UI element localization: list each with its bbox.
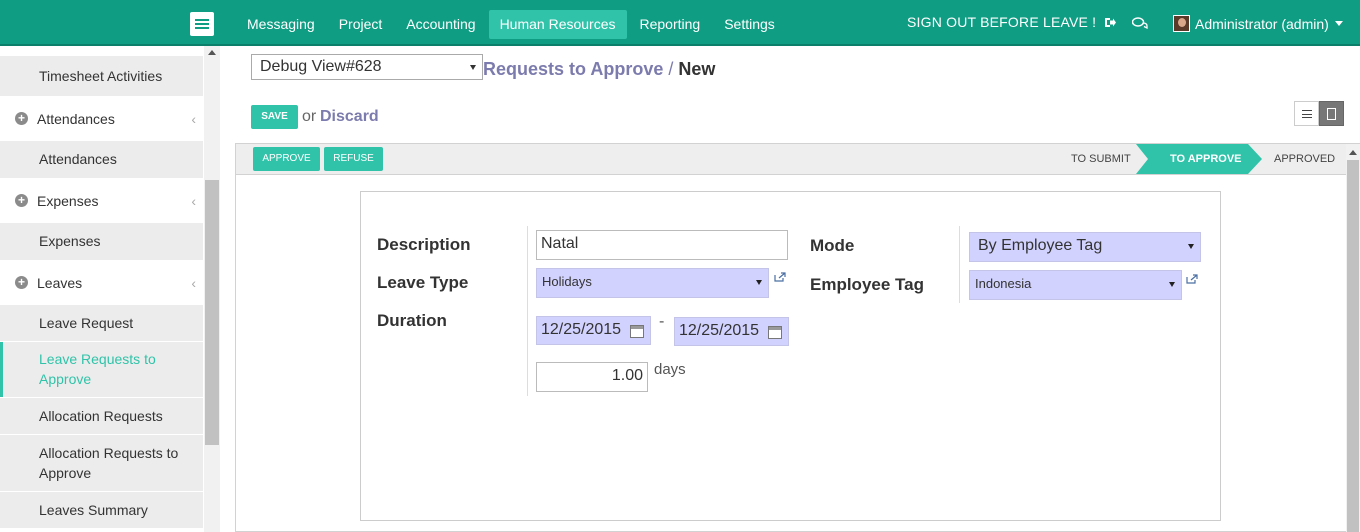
content-scrollbar[interactable] [1346,144,1360,532]
sidebar-item-leaves-summary[interactable]: Leaves Summary [0,492,203,528]
menu-human-resources[interactable]: Human Resources [488,10,627,39]
sidebar-item-attendances[interactable]: Attendances [0,141,203,178]
form-view-button[interactable] [1319,101,1344,126]
caret-down-icon [1334,21,1343,26]
mode-label: Mode [810,236,855,255]
dropdown-arrow-icon [470,65,476,70]
scrollbar-thumb[interactable] [1347,160,1359,532]
form-view: APPROVE REFUSE TO SUBMIT TO APPROVE APPR… [235,143,1360,532]
menu-reporting[interactable]: Reporting [629,10,712,39]
employee-tag-label: Employee Tag [810,275,924,294]
or-text: or [302,108,317,125]
stage-to-submit[interactable]: TO SUBMIT [1071,144,1141,174]
sidebar-item-allocation-requests[interactable]: Allocation Requests [0,398,203,434]
date-to-input[interactable]: 12/25/2015 [674,317,789,346]
sidebar-scrollbar[interactable] [204,46,220,532]
days-label: days [654,361,686,378]
plus-circle-icon: + [15,276,28,289]
chevron-left-icon: ‹ [191,274,196,291]
mode-select[interactable]: By Employee Tag [969,232,1201,262]
list-icon [1301,109,1312,118]
sign-out-button[interactable]: SIGN OUT BEFORE LEAVE ! [907,14,1117,30]
scroll-up-icon[interactable] [1349,150,1357,155]
discard-link[interactable]: Discard [320,108,379,126]
menu-project[interactable]: Project [328,10,394,39]
refuse-button[interactable]: REFUSE [324,147,383,171]
chevron-left-icon: ‹ [191,192,196,209]
dropdown-arrow-icon [1188,244,1194,249]
duration-label: Duration [377,311,447,330]
plus-circle-icon: + [15,194,28,207]
app-menu-icon[interactable] [190,12,214,36]
statusbar: APPROVE REFUSE TO SUBMIT TO APPROVE APPR… [236,144,1346,175]
breadcrumb: Requests to Approve / New [483,59,715,80]
user-name: Administrator (admin) [1195,15,1329,32]
employee-tag-select[interactable]: Indonesia [969,270,1182,300]
save-button[interactable]: SAVE [251,105,298,129]
description-input[interactable]: Natal [536,230,788,260]
calendar-icon[interactable] [768,326,782,339]
view-switcher [1294,101,1344,126]
approve-button[interactable]: APPROVE [253,147,320,171]
menu-messaging[interactable]: Messaging [236,10,326,39]
sidebar: Timesheet Activities + Attendances ‹ Att… [0,46,220,532]
external-link-icon[interactable] [774,272,786,282]
description-label: Description [377,235,471,254]
breadcrumb-separator: / [668,59,674,79]
plus-circle-icon: + [15,112,28,125]
form-sheet: Description Leave Type Duration Natal Ho… [360,191,1221,521]
sidebar-section-attendances[interactable]: + Attendances ‹ [0,96,203,141]
list-view-button[interactable] [1294,101,1319,126]
sidebar-item-timesheet-activities[interactable]: Timesheet Activities [0,56,203,96]
date-from-input[interactable]: 12/25/2015 [536,316,651,345]
menu-accounting[interactable]: Accounting [395,10,486,39]
dropdown-arrow-icon [756,280,762,285]
chat-icon[interactable] [1132,17,1148,29]
sidebar-item-allocation-requests-to-approve[interactable]: Allocation Requests to Approve [0,435,203,491]
top-navbar: Messaging Project Accounting Human Resou… [0,0,1360,46]
sidebar-section-expenses[interactable]: + Expenses ‹ [0,178,203,223]
leave-type-select[interactable]: Holidays [536,268,769,298]
sidebar-item-leave-requests-to-approve[interactable]: Leave Requests to Approve [0,342,203,397]
avatar [1173,15,1190,32]
divider [959,226,960,303]
sidebar-section-leaves[interactable]: + Leaves ‹ [0,260,203,305]
calendar-icon[interactable] [630,325,644,338]
leave-type-label: Leave Type [377,273,469,292]
sidebar-item-leave-request[interactable]: Leave Request [0,305,203,341]
sign-out-icon [1105,18,1117,27]
scrollbar-thumb[interactable] [205,180,219,445]
sign-out-label: SIGN OUT BEFORE LEAVE ! [907,14,1097,30]
user-menu[interactable]: Administrator (admin) [1173,15,1343,32]
breadcrumb-parent-link[interactable]: Requests to Approve [483,59,663,79]
form-icon [1327,107,1336,120]
date-separator: - [659,313,665,330]
dropdown-arrow-icon [1169,282,1175,287]
sidebar-item-expenses[interactable]: Expenses [0,223,203,260]
main-menu: Messaging Project Accounting Human Resou… [236,10,788,39]
menu-settings[interactable]: Settings [713,10,786,39]
chevron-left-icon: ‹ [191,110,196,127]
divider [527,226,528,396]
stage-to-approve[interactable]: TO APPROVE [1170,144,1250,174]
days-input[interactable]: 1.00 [536,362,648,392]
external-link-icon[interactable] [1186,274,1198,284]
stage-approved[interactable]: APPROVED [1274,144,1344,174]
debug-view-select[interactable]: Debug View#628 [251,54,483,80]
breadcrumb-current: New [678,59,716,79]
scroll-up-icon[interactable] [208,50,216,55]
